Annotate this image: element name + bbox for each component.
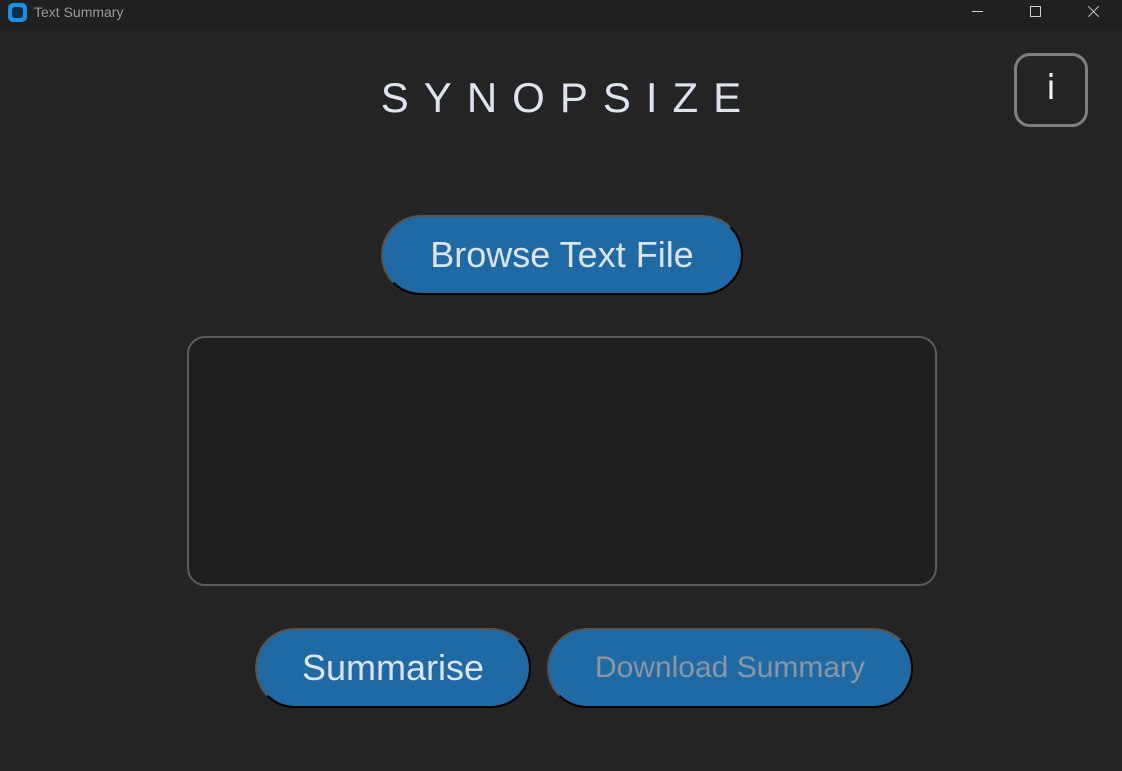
title-bar[interactable]: Text Summary <box>0 0 1122 30</box>
download-summary-button[interactable]: Download Summary <box>547 628 913 708</box>
app-window: Text Summary SYNOPSIZE i Browse Text Fil… <box>0 0 1122 771</box>
maximize-icon <box>1029 5 1041 17</box>
text-area[interactable] <box>187 336 937 586</box>
minimize-button[interactable] <box>948 0 1006 24</box>
maximize-button[interactable] <box>1006 0 1064 24</box>
app-heading: SYNOPSIZE <box>380 74 757 121</box>
app-icon <box>8 3 27 22</box>
info-button[interactable]: i <box>1014 53 1088 127</box>
close-button[interactable] <box>1064 0 1122 24</box>
minimize-icon <box>971 10 983 12</box>
summarise-button[interactable]: Summarise <box>255 628 531 708</box>
window-title: Text Summary <box>34 4 124 20</box>
close-icon <box>1087 5 1100 18</box>
browse-text-file-button[interactable]: Browse Text File <box>381 215 743 295</box>
